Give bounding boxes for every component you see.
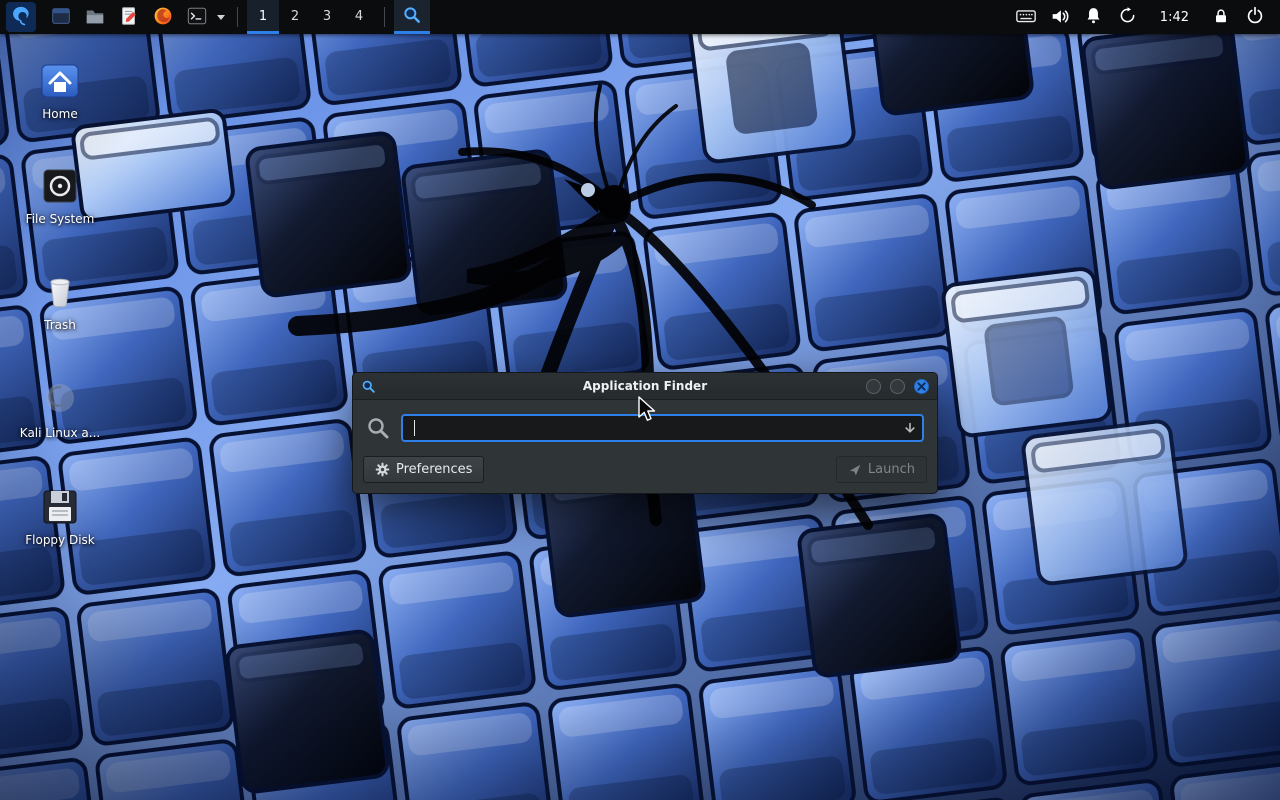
floppy-disk-icon [37,484,83,530]
minimize-button[interactable] [866,379,881,394]
logout-icon [1244,5,1266,30]
files-window-icon [50,5,72,30]
desktop-icon-label: Kali Linux a... [20,426,100,440]
finder-body [353,400,937,456]
search-field-wrapper [401,414,924,442]
launch-button[interactable]: Launch [836,456,927,483]
workspace-3[interactable]: 3 [311,0,343,34]
workspace-4[interactable]: 4 [343,0,375,34]
kali-linux-ghosted-icon [37,377,83,423]
application-finder-window: Application Finder [352,372,938,494]
top-panel: 1 2 3 4 [0,0,1280,34]
launch-label: Launch [868,462,915,477]
launcher-text-editor[interactable] [114,2,144,32]
search-icon [366,416,390,440]
clock[interactable]: 1:42 [1154,9,1195,26]
notifications-tray-button[interactable] [1080,3,1108,31]
lock-icon [1211,6,1231,29]
panel-tray: 1:42 [1009,0,1280,34]
keyboard-icon [1015,5,1037,30]
preferences-label: Preferences [396,462,472,477]
workspace-switcher: 1 2 3 4 [247,0,375,34]
file-manager-folder-icon [84,5,106,30]
workspace-1[interactable]: 1 [247,0,279,34]
kali-menu-button[interactable] [6,2,36,32]
desktop-icon-floppy-disk[interactable]: Floppy Disk [5,484,115,547]
maximize-button[interactable] [890,379,905,394]
volume-icon [1049,5,1071,30]
application-finder-icon [402,5,422,28]
terminal-dropdown-button[interactable] [214,2,228,32]
firefox-icon [152,5,174,30]
preferences-button[interactable]: Preferences [363,456,484,483]
panel-separator [384,7,385,27]
window-titlebar[interactable]: Application Finder [353,373,937,400]
desktop-icon-label: Trash [44,318,76,332]
volume-tray-button[interactable] [1046,3,1074,31]
launcher-terminal[interactable] [182,2,212,32]
desktop-icon-trash[interactable]: Trash [5,269,115,332]
chevron-down-icon [217,15,225,20]
terminal-icon [186,5,208,30]
window-titlebar-icon [361,379,376,394]
desktop-icon-label: Floppy Disk [25,533,95,547]
trash-icon [37,269,83,315]
desktop-icon-home[interactable]: Home [5,58,115,121]
updates-icon [1117,5,1138,29]
file-system-icon [37,163,83,209]
close-icon [917,382,926,391]
panel-launchers: 1 2 3 4 [0,0,430,34]
lock-tray-button[interactable] [1207,3,1235,31]
launcher-files-window[interactable] [46,2,76,32]
home-icon [37,58,83,104]
launcher-firefox[interactable] [148,2,178,32]
workspace-2[interactable]: 2 [279,0,311,34]
taskbar-application-finder[interactable] [394,0,430,34]
keyboard-tray-button[interactable] [1012,3,1040,31]
launcher-file-manager[interactable] [80,2,110,32]
launch-icon [848,463,862,477]
notifications-bell-icon [1083,5,1104,29]
updates-tray-button[interactable] [1114,3,1142,31]
desktop-icon-file-system[interactable]: File System [5,163,115,226]
search-input[interactable] [401,414,924,442]
finder-footer: Preferences Launch [353,456,937,493]
window-title: Application Finder [353,379,937,393]
desktop-icon-label: File System [26,212,95,226]
text-editor-icon [118,5,140,30]
dropdown-arrow-icon[interactable] [903,421,917,435]
desktop-icon-kali-linux[interactable]: Kali Linux a... [5,377,115,440]
kali-logo-icon [10,5,32,30]
desktop-icon-label: Home [42,107,77,121]
logout-tray-button[interactable] [1241,3,1269,31]
gear-icon [375,462,390,477]
close-button[interactable] [914,379,929,394]
panel-separator [237,7,238,27]
